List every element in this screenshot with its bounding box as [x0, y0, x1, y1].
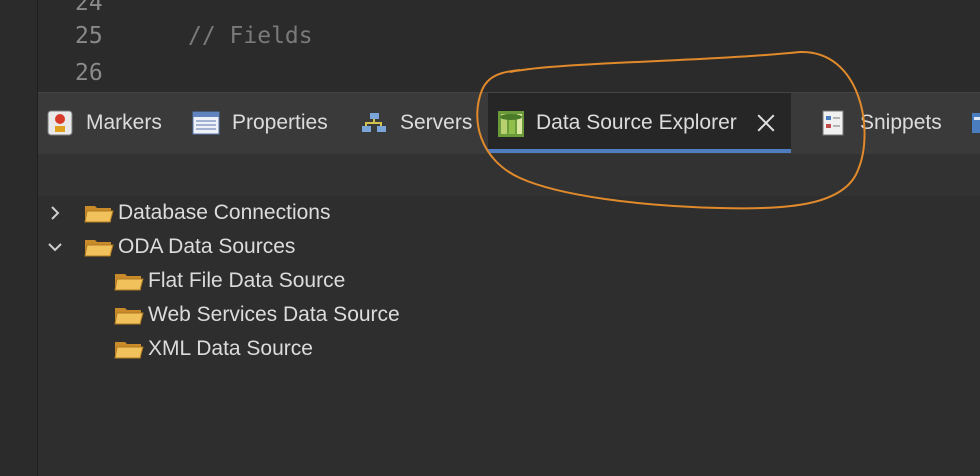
tab-markers[interactable]: Markers: [46, 93, 162, 153]
folder-icon: [84, 206, 114, 223]
window-left-edge: [0, 0, 38, 476]
code-text: // Fields: [188, 23, 313, 49]
snippets-icon: [820, 109, 848, 137]
folder-icon: [114, 274, 144, 291]
tab-label: Snippets: [860, 111, 942, 134]
tree-item-label: XML Data Source: [148, 337, 313, 360]
tree-item-flat-file-data-source[interactable]: Flat File Data Source: [114, 264, 345, 298]
line-number: 26: [75, 60, 103, 86]
line-number: 24: [75, 0, 103, 16]
console-icon: [970, 109, 980, 137]
line-number: 25: [75, 23, 103, 49]
tab-properties[interactable]: Properties: [192, 93, 328, 153]
data-source-explorer-icon: [496, 109, 524, 137]
tree-item-label: ODA Data Sources: [118, 235, 296, 258]
tree-item-database-connections[interactable]: Database Connections: [46, 196, 330, 230]
code-editor[interactable]: 24 25 // Fields 26: [38, 0, 980, 92]
folder-icon: [114, 308, 144, 325]
tree-item-web-services-data-source[interactable]: Web Services Data Source: [114, 298, 400, 332]
tree-item-oda-data-sources[interactable]: ODA Data Sources: [46, 230, 295, 264]
chevron-down-icon[interactable]: [46, 238, 64, 256]
tab-servers[interactable]: Servers: [360, 93, 472, 153]
servers-icon: [360, 109, 388, 137]
tab-data-source-explorer[interactable]: Data Source Explorer: [488, 93, 791, 153]
tab-label: Markers: [86, 111, 162, 134]
chevron-right-icon[interactable]: [46, 204, 64, 222]
folder-icon: [114, 342, 144, 359]
markers-icon: [46, 109, 74, 137]
view-toolbar: [38, 154, 980, 197]
data-source-tree[interactable]: Database Connections ODA Data Sources Fl…: [38, 196, 980, 476]
tab-label: Properties: [232, 111, 328, 134]
tab-label: Servers: [400, 111, 473, 134]
tab-label: Data Source Explorer: [536, 111, 737, 134]
view-tab-bar: Markers Properties Servers Data Source E…: [38, 92, 980, 154]
tab-overflow[interactable]: [970, 93, 980, 153]
tree-item-label: Web Services Data Source: [148, 303, 400, 326]
tree-item-xml-data-source[interactable]: XML Data Source: [114, 332, 313, 366]
tree-item-label: Flat File Data Source: [148, 269, 346, 292]
tree-item-label: Database Connections: [118, 201, 331, 224]
properties-icon: [192, 109, 220, 137]
active-tab-indicator: [488, 149, 791, 153]
folder-open-icon: [84, 240, 114, 257]
close-icon[interactable]: [755, 112, 777, 134]
tab-snippets[interactable]: Snippets: [820, 93, 942, 153]
